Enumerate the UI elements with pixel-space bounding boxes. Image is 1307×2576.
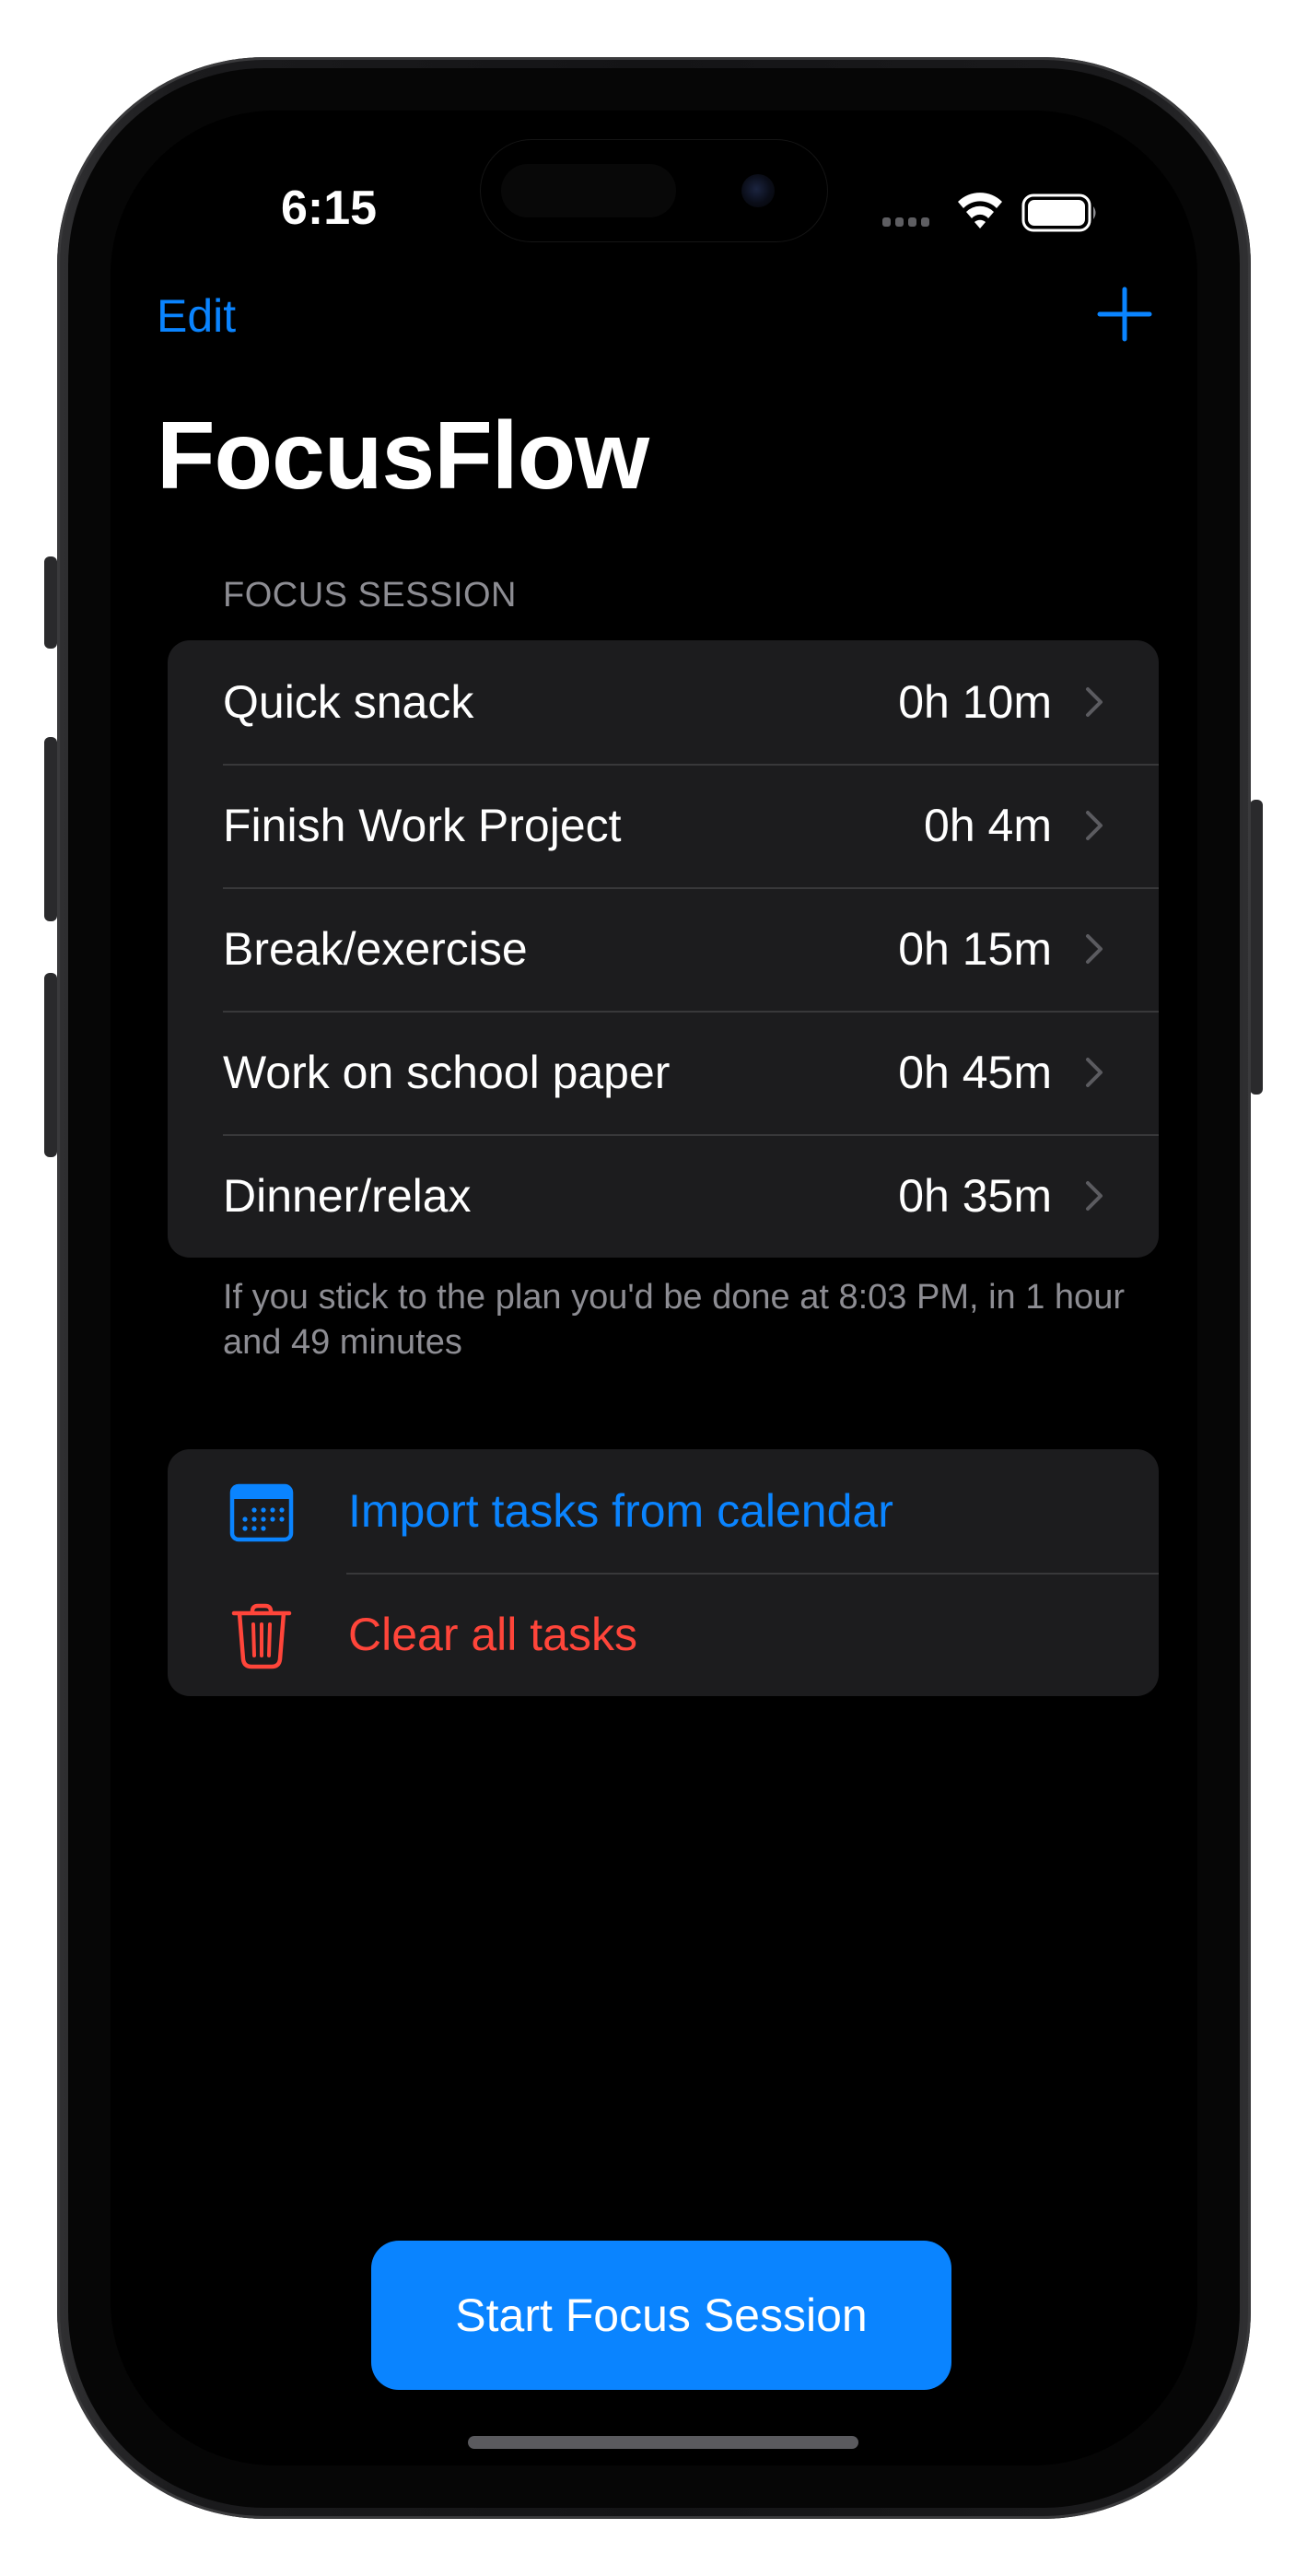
task-row[interactable]: Work on school paper 0h 45m (168, 1011, 1159, 1134)
action-button (44, 556, 57, 649)
chevron-right-icon (1086, 1058, 1103, 1087)
page-title: FocusFlow (157, 403, 649, 509)
task-row[interactable]: Dinner/relax 0h 35m (168, 1134, 1159, 1258)
task-duration: 0h 45m (898, 1047, 1052, 1098)
plan-summary: If you stick to the plan you'd be done a… (223, 1278, 1125, 1362)
edit-button[interactable]: Edit (157, 284, 236, 348)
device-mockup: 6:15 Edit FocusFlow FOCUS SESSION Quick … (0, 0, 1307, 2576)
home-indicator[interactable] (468, 2436, 858, 2449)
add-task-button[interactable] (1092, 282, 1157, 346)
chevron-right-icon (1086, 934, 1103, 964)
volume-down-button (44, 973, 57, 1157)
clear-all-tasks-label: Clear all tasks (348, 1609, 637, 1660)
cellular-signal-icon (882, 217, 929, 227)
task-title: Dinner/relax (223, 1170, 472, 1222)
volume-up-button (44, 737, 57, 921)
front-camera (741, 174, 775, 207)
task-title: Quick snack (223, 676, 474, 728)
status-icons (882, 168, 1103, 251)
power-button (1250, 800, 1263, 1095)
task-title: Work on school paper (223, 1047, 671, 1098)
task-row[interactable]: Finish Work Project 0h 4m (168, 764, 1159, 887)
task-duration: 0h 4m (924, 800, 1052, 851)
task-list: Quick snack 0h 10m Finish Work Project 0… (168, 640, 1159, 1258)
task-title: Break/exercise (223, 923, 528, 975)
wifi-icon (958, 193, 1002, 228)
chevron-right-icon (1086, 687, 1103, 717)
section-header: FOCUS SESSION (223, 576, 517, 615)
plus-icon (1097, 287, 1152, 342)
app-screen: 6:15 Edit FocusFlow FOCUS SESSION Quick … (111, 111, 1197, 2465)
chevron-right-icon (1086, 1181, 1103, 1211)
task-title: Finish Work Project (223, 800, 622, 851)
dynamic-island-sensor (501, 164, 676, 217)
status-icons-svg (882, 193, 1096, 232)
task-row[interactable]: Break/exercise 0h 15m (168, 887, 1159, 1011)
calendar-icon (229, 1483, 294, 1542)
clear-all-tasks-button[interactable]: Clear all tasks (168, 1573, 1159, 1696)
task-duration: 0h 35m (898, 1170, 1052, 1222)
status-time: 6:15 (280, 181, 378, 235)
import-calendar-button[interactable]: Import tasks from calendar (168, 1449, 1159, 1573)
import-calendar-label: Import tasks from calendar (348, 1485, 893, 1537)
chevron-right-icon (1086, 811, 1103, 840)
dynamic-island (481, 140, 827, 241)
task-row[interactable]: Quick snack 0h 10m (168, 640, 1159, 764)
task-duration: 0h 15m (898, 923, 1052, 975)
task-duration: 0h 10m (898, 676, 1052, 728)
trash-icon (231, 1603, 292, 1669)
battery-icon (1021, 193, 1096, 232)
actions-list: Import tasks from calendar Clear all tas… (168, 1449, 1159, 1696)
start-focus-session-button[interactable]: Start Focus Session (371, 2241, 951, 2390)
